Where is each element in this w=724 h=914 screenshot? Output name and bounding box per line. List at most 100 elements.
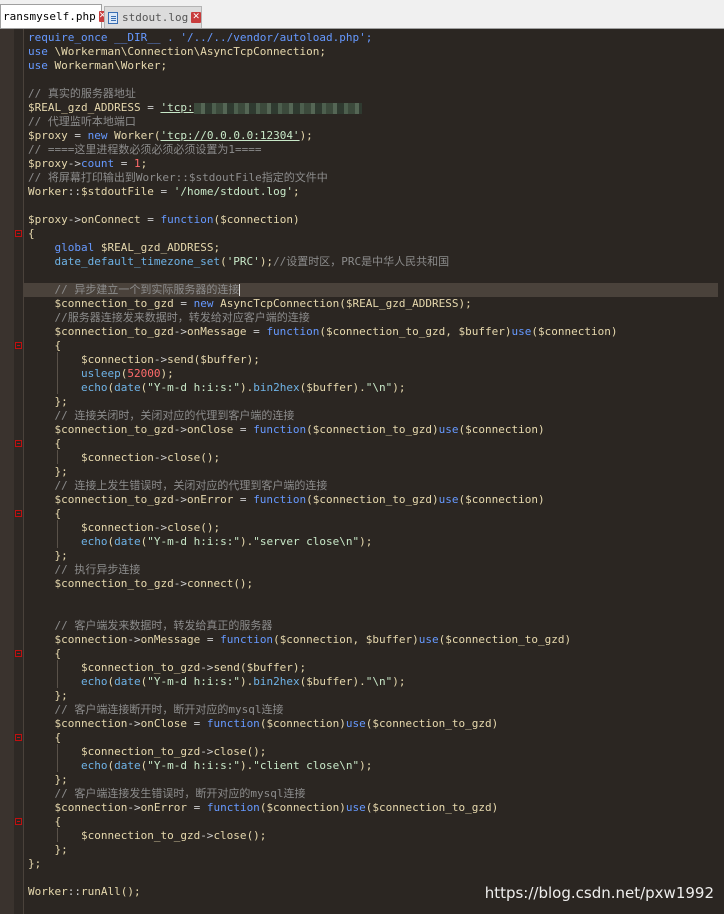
code-text: close — [213, 829, 247, 842]
code-text: use — [28, 45, 48, 58]
code-text: $connection — [28, 451, 154, 464]
code-text: use — [438, 493, 459, 506]
code-text: $connection_to_gzd — [372, 717, 492, 730]
code-line: }; — [28, 465, 718, 479]
code-text: ) — [538, 493, 545, 506]
code-line: $connection->onError = function($connect… — [28, 801, 718, 815]
code-comment: // 连接上发生错误时，关闭对应的代理到客户端的连接 — [28, 479, 328, 492]
code-line: $connection_to_gzd->close(); — [28, 745, 718, 759]
code-text: { — [28, 227, 35, 240]
code-text: -> — [173, 577, 187, 590]
redacted-address — [193, 102, 362, 114]
code-text: -> — [153, 353, 168, 366]
code-text: -> — [127, 801, 141, 814]
code-text: date — [114, 675, 141, 688]
code-text: ); — [392, 675, 406, 688]
code-comment: // 代理监听本地端口 — [28, 115, 136, 128]
code-text: count — [81, 157, 115, 170]
close-icon[interactable]: ✕ — [191, 12, 201, 23]
code-text: Worker( — [107, 129, 161, 142]
code-line: }; — [28, 549, 718, 563]
code-text: $buffer — [246, 661, 293, 674]
code-text: (); — [120, 885, 141, 898]
code-comment: // 真实的服务器地址 — [28, 87, 136, 100]
code-line: $connection_to_gzd->onClose = function($… — [28, 423, 718, 437]
code-text: ( — [220, 255, 227, 268]
code-text: Workerman\Worker; — [47, 59, 168, 72]
code-text: = — [114, 157, 134, 170]
code-text: ); — [299, 129, 313, 142]
code-line: { — [28, 815, 718, 829]
code-text: ); — [246, 353, 260, 366]
code-number: 52000 — [127, 367, 161, 380]
code-text: require_once __DIR__ . '/../../vendor/au… — [28, 31, 373, 44]
code-line: echo(date("Y-m-d h:i:s:").bin2hex($buffe… — [28, 381, 718, 395]
code-text: { — [28, 507, 62, 520]
code-line: { — [28, 339, 718, 353]
code-text: $connection — [266, 801, 340, 814]
code-text: $connection — [28, 633, 128, 646]
fold-marker-icon[interactable] — [15, 230, 22, 237]
fold-marker-icon[interactable] — [15, 510, 22, 517]
code-text: = — [233, 423, 254, 436]
code-text: $connection — [465, 493, 538, 506]
code-text: ) — [292, 213, 300, 226]
code-text: $connection_to_gzd — [28, 325, 174, 338]
tab-transmyself-php[interactable]: ransmyself.php ✕ — [0, 4, 107, 28]
code-text: $connection_to_gzd — [28, 745, 201, 758]
code-text: use — [345, 717, 366, 730]
code-text: }; — [28, 857, 42, 870]
code-text: function — [220, 633, 274, 646]
code-text: ). — [239, 675, 254, 688]
code-line: use \Workerman\Connection\AsyncTcpConnec… — [28, 45, 718, 59]
code-text: AsyncTcpConnection( — [213, 297, 346, 310]
code-line: global $REAL_gzd_ADDRESS; — [28, 241, 718, 255]
code-text: $REAL_gzd_ADDRESS — [28, 101, 141, 114]
fold-marker-icon[interactable] — [15, 818, 22, 825]
tab-bar: ransmyself.php ✕ stdout.log ✕ — [0, 0, 724, 29]
code-text: = — [67, 129, 88, 142]
code-line: usleep(52000); — [28, 367, 718, 381]
code-text: $connection — [266, 717, 340, 730]
code-comment: // 客户端发来数据时，转发给真正的服务器 — [28, 619, 273, 632]
code-text: close — [167, 451, 201, 464]
code-text: ); — [359, 535, 373, 548]
code-text: onError — [186, 493, 234, 506]
fold-marker-icon[interactable] — [15, 650, 22, 657]
code-text: (); — [233, 577, 254, 590]
code-comment: // 客户端连接发生错误时，断开对应的mysql连接 — [28, 787, 306, 800]
code-line: $connection->close(); — [28, 451, 718, 465]
fold-marker-icon[interactable] — [15, 342, 22, 349]
code-text: $buffer — [306, 381, 353, 394]
code-line: }; — [28, 843, 718, 857]
code-editor[interactable]: require_once __DIR__ . '/../../vendor/au… — [24, 31, 718, 899]
code-text: close — [167, 521, 201, 534]
code-text: $connection_to_gzd — [28, 493, 174, 506]
code-string: "Y-m-d h:i:s:" — [147, 759, 240, 772]
code-text: $buffer — [458, 325, 505, 338]
tab-stdout-log[interactable]: stdout.log ✕ — [104, 6, 202, 28]
code-text: $connection — [28, 521, 154, 534]
code-line: // ====这里进程数必须必须必须设置为1==== — [28, 143, 718, 157]
code-text: $connection — [28, 801, 128, 814]
code-line: //服务器连接发来数据时，转发给对应客户端的连接 — [28, 311, 718, 325]
fold-marker-icon[interactable] — [15, 440, 22, 447]
code-text: function — [206, 717, 260, 730]
code-line: date_default_timezone_set('PRC');//设置时区，… — [28, 255, 718, 269]
code-text: new — [87, 129, 108, 142]
fold-marker-icon[interactable] — [15, 734, 22, 741]
code-line: Worker::$stdoutFile = '/home/stdout.log'… — [28, 185, 718, 199]
code-comment: // 执行异步连接 — [28, 563, 141, 576]
code-text: use — [28, 59, 48, 72]
code-text: Worker — [28, 185, 68, 198]
code-text: = — [200, 633, 221, 646]
code-text: ; — [213, 241, 221, 254]
code-text: -> — [127, 717, 141, 730]
code-text: ) — [339, 717, 346, 730]
code-text: ) — [432, 423, 439, 436]
code-line: { — [28, 647, 718, 661]
code-text: $connection_to_gzd — [28, 661, 201, 674]
code-text: ) — [432, 493, 439, 506]
code-text: ( — [239, 661, 247, 674]
code-text: $connection_to_gzd — [28, 829, 201, 842]
